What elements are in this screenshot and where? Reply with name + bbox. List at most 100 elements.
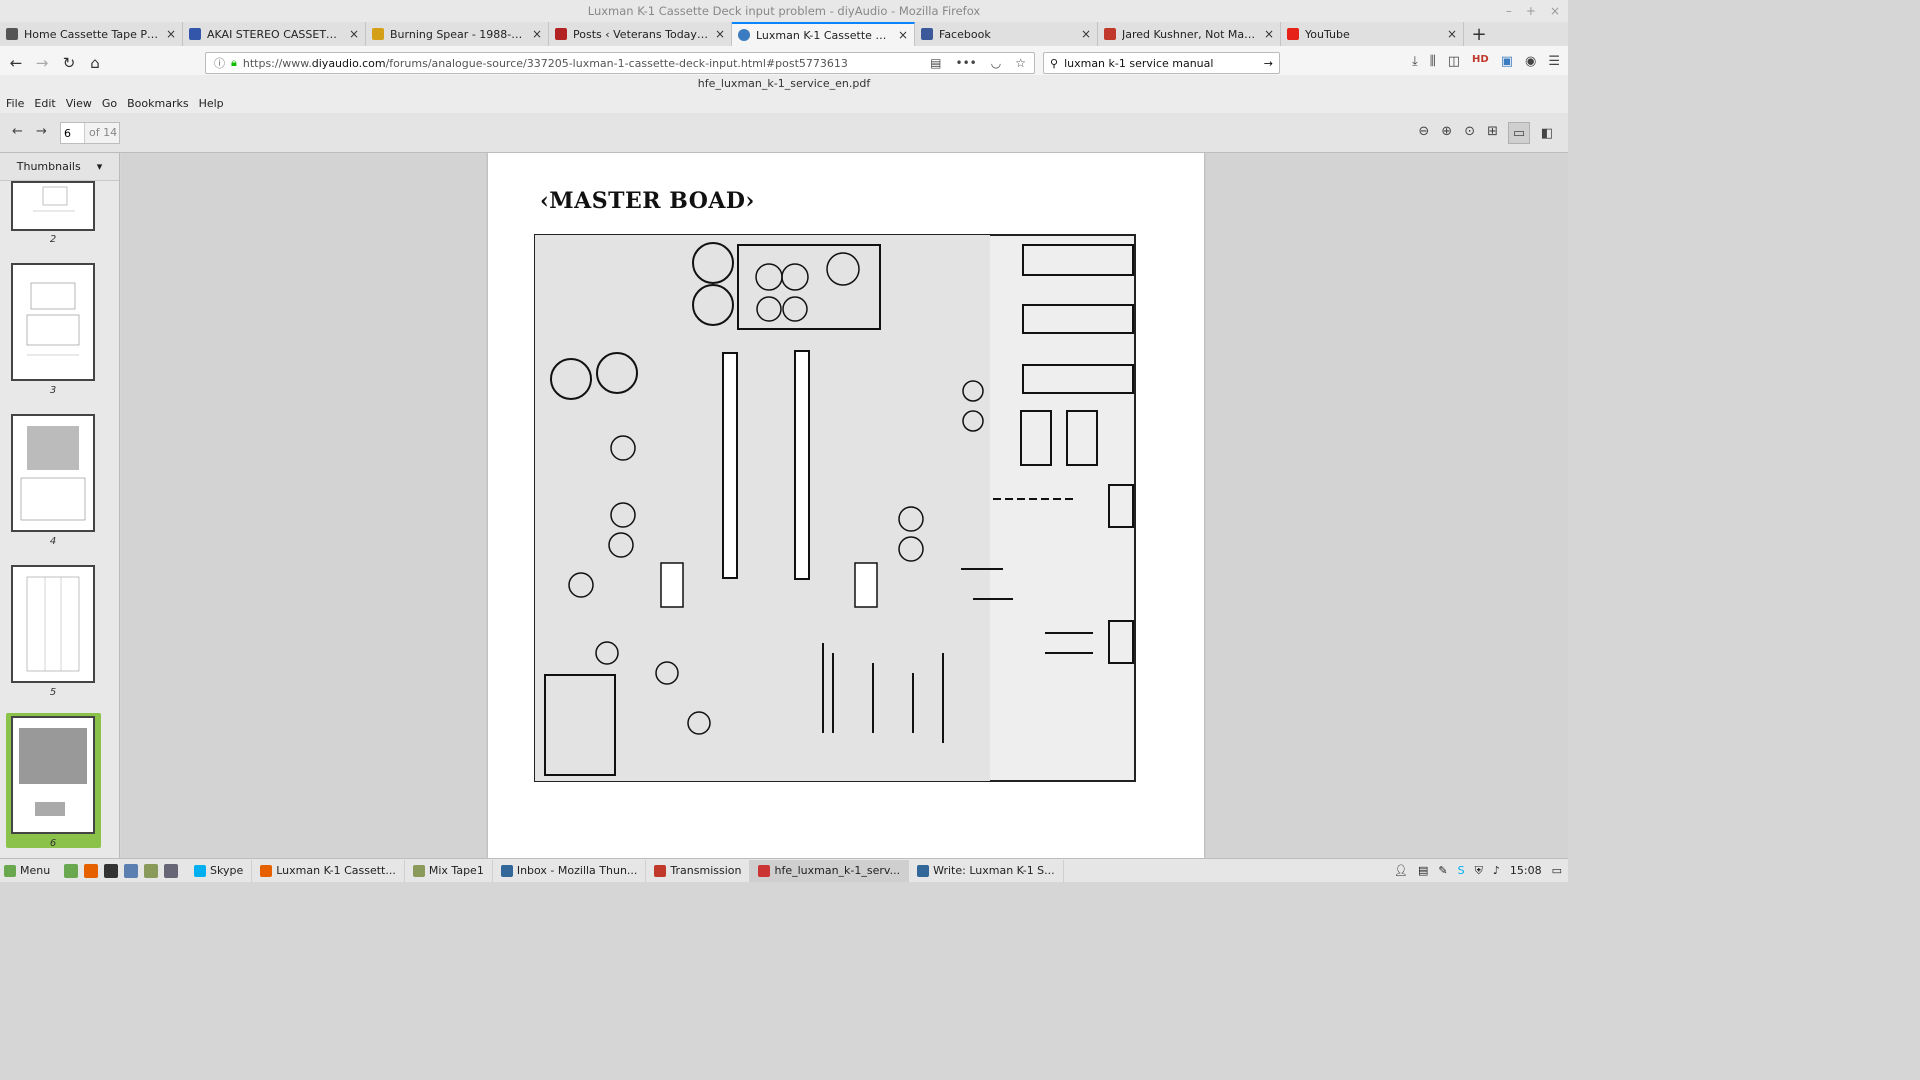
tab-4-active[interactable]: Luxman K-1 Cassette Deck inp ×	[732, 22, 915, 46]
page-actions-icon[interactable]: •••	[956, 56, 977, 70]
reader-view-icon[interactable]: ▤	[930, 56, 941, 70]
task-skype[interactable]: Skype	[186, 859, 253, 882]
reload-icon[interactable]: ↻	[59, 53, 79, 73]
url-actions: ▤ ••• ◡ ☆	[930, 56, 1026, 70]
firefox-icon	[260, 864, 273, 877]
thumbnail-page-6[interactable]	[11, 716, 95, 834]
tab-title: AKAI STEREO CASSETTE DEC	[207, 27, 343, 41]
tab-2[interactable]: Burning Spear - 1988-04-09 - ×	[366, 22, 549, 46]
tab-favicon-icon	[189, 28, 201, 40]
zoom-fit-icon[interactable]: ⊙	[1464, 124, 1475, 139]
show-desktop-icon[interactable]	[64, 863, 78, 878]
tab-1[interactable]: AKAI STEREO CASSETTE DEC ×	[183, 22, 366, 46]
close-icon[interactable]: ×	[1550, 0, 1560, 22]
extension-2-icon[interactable]: ◉	[1525, 54, 1536, 69]
view-mode-controls: ▭ ◧	[1508, 122, 1558, 144]
zoom-in-icon[interactable]: ⊕	[1441, 124, 1452, 139]
sidebar-header[interactable]: Thumbnails ▾	[0, 153, 119, 181]
menu-edit[interactable]: Edit	[34, 97, 55, 110]
shield-icon[interactable]: ⛨	[1475, 864, 1483, 878]
firefox-launcher-icon[interactable]	[84, 863, 98, 878]
clock[interactable]: 15:08	[1510, 864, 1542, 877]
task-thunderbird[interactable]: Inbox - Mozilla Thun...	[493, 859, 647, 882]
notifications-icon[interactable]: ▭	[1552, 864, 1562, 877]
task-pdf-viewer[interactable]: hfe_luxman_k-1_serv...	[750, 859, 910, 882]
tab-close-icon[interactable]: ×	[1447, 27, 1457, 41]
task-folder[interactable]: Mix Tape1	[405, 859, 493, 882]
tab-close-icon[interactable]: ×	[532, 27, 542, 41]
back-icon[interactable]: ←	[6, 53, 26, 73]
previous-page-icon[interactable]: ←	[12, 124, 23, 139]
tab-7[interactable]: YouTube ×	[1281, 22, 1464, 46]
tab-6[interactable]: Jared Kushner, Not Maria But ×	[1098, 22, 1281, 46]
menu-view[interactable]: View	[66, 97, 92, 110]
sidebar-toggle-icon[interactable]: ◫	[1448, 54, 1460, 69]
task-compose[interactable]: Write: Luxman K-1 S...	[909, 859, 1064, 882]
tab-close-icon[interactable]: ×	[166, 27, 176, 41]
menu-go[interactable]: Go	[102, 97, 117, 110]
tab-close-icon[interactable]: ×	[1081, 27, 1091, 41]
library-icon[interactable]: ⫼	[1430, 54, 1436, 69]
window-titlebar: Luxman K-1 Cassette Deck input problem -…	[0, 0, 1568, 22]
url-bar[interactable]: ⓘ 🔒︎ https://www.diyaudio.com/forums/ana…	[205, 52, 1035, 74]
pdf-viewer: ‹MASTER BOAD›	[121, 153, 1568, 858]
tab-favicon-icon	[738, 29, 750, 41]
thumbnail-page-5[interactable]	[11, 565, 95, 683]
tab-close-icon[interactable]: ×	[349, 27, 359, 41]
thumbnail-page-4-image	[20, 426, 86, 521]
files-launcher-icon[interactable]	[124, 863, 138, 878]
task-firefox[interactable]: Luxman K-1 Cassett...	[252, 859, 405, 882]
tab-5[interactable]: Facebook ×	[915, 22, 1098, 46]
menu-file[interactable]: File	[6, 97, 24, 110]
folder-launcher-icon[interactable]	[144, 863, 158, 878]
search-go-icon[interactable]: →	[1264, 57, 1273, 70]
downloads-icon[interactable]: ⤓	[1412, 54, 1418, 69]
chevron-down-icon[interactable]: ▾	[97, 160, 103, 173]
task-transmission[interactable]: Transmission	[646, 859, 751, 882]
forward-icon[interactable]: →	[32, 53, 52, 73]
quick-launch	[56, 863, 186, 878]
tab-close-icon[interactable]: ×	[898, 28, 908, 42]
tab-3[interactable]: Posts ‹ Veterans Today | Milit ×	[549, 22, 732, 46]
new-tab-button[interactable]: +	[1464, 22, 1494, 46]
home-icon[interactable]: ⌂	[85, 53, 105, 73]
hamburger-menu-icon[interactable]: ☰	[1548, 54, 1560, 69]
thumbnail-page-4[interactable]	[11, 414, 95, 532]
extension-icon[interactable]: ▣	[1501, 54, 1513, 69]
minimize-icon[interactable]: –	[1506, 0, 1512, 22]
sidebar-mode-icon[interactable]: ◧	[1536, 122, 1558, 144]
clipboard-icon[interactable]: ▤	[1418, 864, 1428, 877]
skype-tray-icon[interactable]: S	[1458, 864, 1465, 877]
page-number-field[interactable]: of 14	[60, 122, 120, 144]
zoom-grid-icon[interactable]: ⊞	[1487, 124, 1498, 139]
hd-extension-icon[interactable]: HD	[1472, 54, 1489, 69]
volume-icon[interactable]: ♪	[1493, 864, 1500, 877]
next-page-icon[interactable]: →	[36, 124, 47, 139]
start-menu-button[interactable]: Menu	[0, 864, 56, 877]
maximize-icon[interactable]: +	[1526, 0, 1536, 22]
tab-close-icon[interactable]: ×	[1264, 27, 1274, 41]
search-value: luxman k-1 service manual	[1064, 56, 1214, 70]
menu-help[interactable]: Help	[199, 97, 224, 110]
window-title: Luxman K-1 Cassette Deck input problem -…	[587, 4, 981, 18]
thumbnail-page-3[interactable]	[11, 263, 95, 381]
pocket-icon[interactable]: ◡	[991, 56, 1001, 70]
bookmark-star-icon[interactable]: ☆	[1015, 56, 1026, 70]
url-prefix: https://www.	[242, 56, 312, 70]
tab-title: YouTube	[1305, 27, 1350, 41]
search-input[interactable]: ⚲ luxman k-1 service manual →	[1043, 52, 1280, 74]
thumbnail-page-2[interactable]	[11, 181, 95, 231]
pen-icon[interactable]: ✎	[1438, 864, 1447, 877]
toolbar-icons: ⤓ ⫼ ◫ HD ▣ ◉ ☰	[1412, 54, 1560, 69]
app-launcher-icon[interactable]	[164, 863, 178, 878]
zoom-out-icon[interactable]: ⊖	[1418, 124, 1429, 139]
tab-close-icon[interactable]: ×	[715, 27, 725, 41]
user-icon[interactable]: 👤︎	[1394, 864, 1408, 877]
tab-0[interactable]: Home Cassette Tape Players ×	[0, 22, 183, 46]
page-heading: ‹MASTER BOAD›	[540, 188, 755, 214]
terminal-launcher-icon[interactable]	[104, 863, 118, 878]
info-icon[interactable]: ⓘ	[214, 55, 225, 71]
menu-bookmarks[interactable]: Bookmarks	[127, 97, 188, 110]
page-number-input[interactable]	[61, 123, 85, 143]
continuous-mode-icon[interactable]: ▭	[1508, 122, 1530, 144]
